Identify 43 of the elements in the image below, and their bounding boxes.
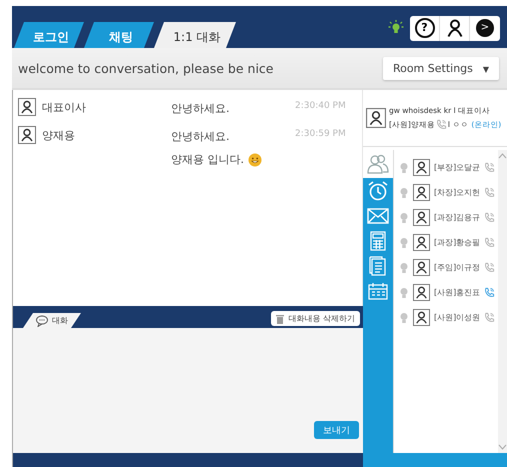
contact-name[interactable]: [과장]황승필 — [434, 237, 480, 248]
avatar-icon — [413, 309, 430, 326]
message-time: 2:30:40 PM — [295, 100, 346, 111]
avatar-icon — [18, 126, 36, 144]
message-text: 양재용 입니다. — [171, 152, 244, 167]
avatar-icon — [413, 259, 430, 276]
avatar-icon — [18, 98, 36, 116]
next-button[interactable]: > — [470, 16, 500, 40]
phone-icon — [436, 119, 447, 130]
topic-text: welcome to conversation, please be nice — [18, 60, 274, 76]
sender-name: 양재용 — [42, 128, 75, 142]
calculator-icon — [370, 230, 386, 250]
scrollbar[interactable] — [498, 150, 507, 453]
calendar-icon — [368, 282, 388, 300]
room-settings-button[interactable]: Room Settings ▼ — [383, 56, 499, 80]
avatar-icon — [413, 184, 430, 201]
avatar-icon — [366, 108, 386, 128]
contact-name[interactable]: [부장]오달균 — [434, 162, 480, 173]
tab[interactable]: 1:1 대화 — [154, 22, 236, 48]
scroll-up-icon — [498, 153, 507, 159]
contact-name[interactable]: [사원]이성원 — [434, 312, 480, 323]
avatar-icon — [413, 209, 430, 226]
trash-icon — [276, 314, 284, 324]
avatar-icon — [413, 234, 430, 251]
sender-name: 대표이사 — [42, 100, 86, 114]
alarm-clock-icon — [367, 180, 389, 202]
contact-name[interactable]: [차장]오지헌 — [434, 187, 480, 198]
speech-bubble-icon — [36, 314, 50, 326]
contact-name[interactable]: [주임]이규정 — [434, 262, 480, 273]
user-icon — [446, 19, 462, 37]
avatar-icon — [413, 284, 430, 301]
people-icon — [367, 154, 389, 174]
message-text: 안녕하세요. — [171, 101, 230, 116]
envelope-icon — [367, 208, 389, 224]
avatar-icon — [413, 159, 430, 176]
notepad-icon — [369, 256, 387, 276]
contact-name[interactable]: [사원]홍진표 — [434, 287, 480, 298]
message-time: 2:30:59 PM — [295, 128, 346, 139]
clear-chat-button[interactable]: 대화내용 삭제하기 — [271, 311, 360, 326]
message-text: 안녕하세요. — [171, 129, 230, 144]
chat-tab[interactable]: 대화 — [23, 313, 81, 328]
scroll-down-icon — [498, 444, 507, 450]
contact-name[interactable]: [과장]김용규 — [434, 212, 480, 223]
